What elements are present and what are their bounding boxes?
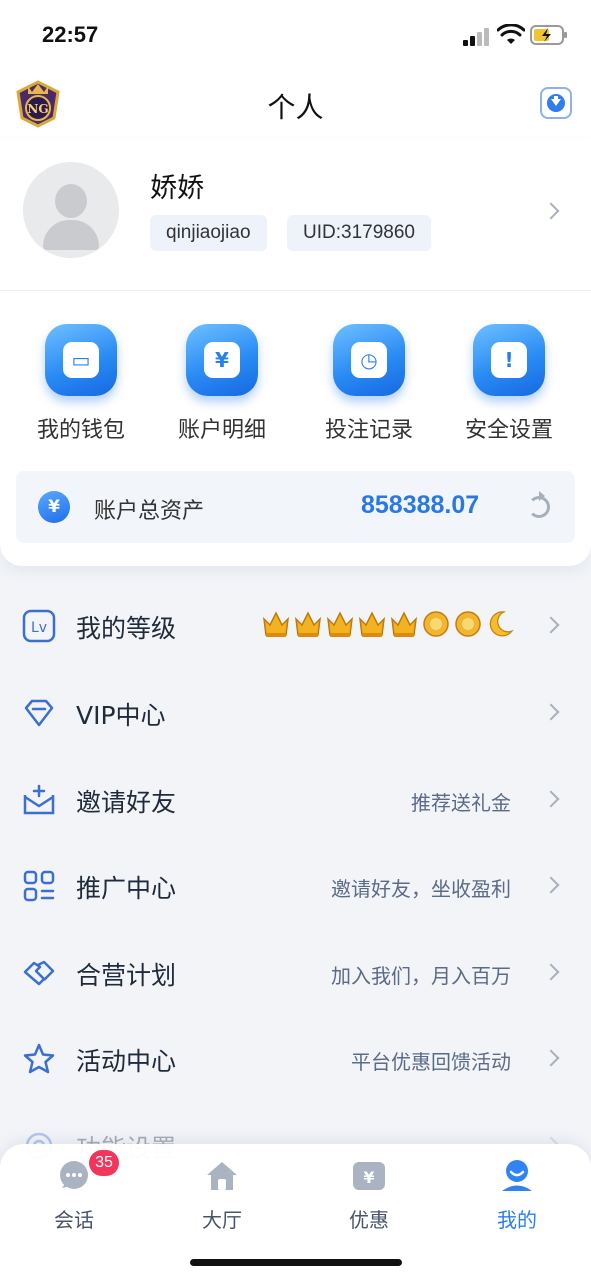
svg-text:¥: ¥ bbox=[363, 1168, 374, 1187]
uid-tag: UID:3179860 bbox=[287, 215, 431, 251]
menu-label: 合营计划 bbox=[76, 961, 177, 990]
shield-icon: ! bbox=[473, 324, 545, 396]
signal-icon bbox=[463, 26, 493, 46]
home-icon bbox=[207, 1162, 237, 1190]
chevron-right-icon bbox=[542, 616, 560, 634]
divider bbox=[0, 290, 591, 291]
tab-chat[interactable]: 35 会话 bbox=[19, 1150, 129, 1238]
moon-icon bbox=[489, 611, 514, 637]
level-badges bbox=[262, 609, 522, 641]
sun-icon bbox=[455, 611, 481, 637]
download-icon bbox=[547, 94, 565, 112]
menu-subtitle: 加入我们，月入百万 bbox=[331, 964, 511, 988]
quick-action-label: 账户明细 bbox=[177, 418, 266, 443]
chevron-right-icon bbox=[542, 790, 560, 808]
menu-item-activity[interactable]: 活动中心 平台优惠回馈活动 bbox=[0, 1016, 591, 1102]
menu-item-partnership[interactable]: 合营计划 加入我们，月入百万 bbox=[0, 930, 591, 1016]
tab-label: 优惠 bbox=[349, 1208, 389, 1232]
profile-card: 娇娇 qinjiaojiao UID:3179860 ▭ 我的钱包 ¥ 账户明细… bbox=[0, 140, 591, 566]
menu-label: 推广中心 bbox=[76, 874, 177, 903]
crown-icon bbox=[390, 611, 418, 637]
total-assets-value: 858388.07 bbox=[361, 491, 480, 519]
user-icon bbox=[502, 1160, 532, 1191]
chat-icon bbox=[60, 1161, 88, 1189]
nickname: 娇娇 bbox=[150, 173, 204, 204]
chevron-right-icon[interactable] bbox=[542, 202, 560, 220]
unread-badge: 35 bbox=[89, 1150, 119, 1176]
menu-item-level[interactable]: Lv 我的等级 bbox=[0, 583, 591, 669]
diamond-icon bbox=[24, 699, 54, 727]
tab-label: 我的 bbox=[497, 1208, 537, 1232]
quick-action-label: 我的钱包 bbox=[36, 418, 125, 443]
coupon-icon: ¥ bbox=[353, 1162, 385, 1190]
quick-action-wallet[interactable]: ▭ 我的钱包 bbox=[21, 322, 141, 443]
grid-icon bbox=[23, 870, 55, 902]
wifi-icon bbox=[497, 24, 525, 44]
refresh-icon[interactable] bbox=[528, 491, 550, 518]
menu-label: 邀请好友 bbox=[76, 788, 177, 817]
yen-icon: ¥ bbox=[186, 324, 258, 396]
username-tag: qinjiaojiao bbox=[150, 215, 267, 251]
menu-item-invite[interactable]: 邀请好友 推荐送礼金 bbox=[0, 757, 591, 843]
battery-icon bbox=[530, 25, 567, 45]
home-indicator bbox=[190, 1259, 402, 1266]
total-assets-bar: ¥ 账户总资产 858388.07 bbox=[16, 471, 575, 543]
crown-icon bbox=[294, 611, 322, 637]
quick-action-bet-record[interactable]: ◷ 投注记录 bbox=[309, 322, 429, 443]
status-time: 22:57 bbox=[42, 22, 99, 47]
sun-icon bbox=[423, 611, 449, 637]
chevron-right-icon bbox=[542, 703, 560, 721]
bet-record-icon: ◷ bbox=[333, 324, 405, 396]
wallet-icon: ▭ bbox=[45, 324, 117, 396]
tab-label: 大厅 bbox=[202, 1208, 242, 1232]
chevron-right-icon bbox=[542, 1049, 560, 1067]
download-button[interactable] bbox=[540, 87, 572, 119]
quick-action-label: 安全设置 bbox=[464, 418, 553, 443]
tab-lobby[interactable]: 大厅 bbox=[167, 1158, 277, 1238]
star-icon bbox=[23, 1043, 55, 1074]
tab-mine[interactable]: 我的 bbox=[462, 1158, 572, 1238]
chevron-right-icon bbox=[542, 876, 560, 894]
quick-action-security[interactable]: ! 安全设置 bbox=[449, 322, 569, 443]
menu-subtitle: 平台优惠回馈活动 bbox=[351, 1050, 511, 1074]
crown-icon bbox=[358, 611, 386, 637]
page-header: NG 个人 bbox=[0, 70, 591, 140]
chevron-right-icon bbox=[542, 963, 560, 981]
crown-icon bbox=[326, 611, 354, 637]
yen-icon: ¥ bbox=[38, 491, 70, 523]
handshake-icon bbox=[23, 960, 55, 986]
menu-label: 我的等级 bbox=[76, 614, 177, 643]
level-icon: Lv bbox=[22, 609, 56, 643]
menu-label: 活动中心 bbox=[76, 1047, 177, 1076]
menu-subtitle: 推荐送礼金 bbox=[411, 791, 511, 815]
quick-action-account-detail[interactable]: ¥ 账户明细 bbox=[162, 322, 282, 443]
total-assets-label: 账户总资产 bbox=[94, 499, 205, 524]
quick-action-label: 投注记录 bbox=[324, 418, 413, 443]
status-bar: 22:57 bbox=[0, 0, 591, 70]
avatar[interactable] bbox=[23, 162, 119, 258]
menu-label: VIP中心 bbox=[76, 701, 166, 730]
invite-mail-icon bbox=[23, 784, 55, 815]
tab-label: 会话 bbox=[54, 1208, 94, 1232]
menu-subtitle: 邀请好友，坐收盈利 bbox=[331, 877, 511, 901]
tab-promotions[interactable]: ¥ 优惠 bbox=[314, 1158, 424, 1238]
svg-text:Lv: Lv bbox=[31, 620, 47, 636]
crown-icon bbox=[262, 611, 290, 637]
menu-item-vip[interactable]: VIP中心 bbox=[0, 670, 591, 756]
page-title: 个人 bbox=[267, 91, 324, 124]
menu-item-promotion[interactable]: 推广中心 邀请好友，坐收盈利 bbox=[0, 843, 591, 929]
